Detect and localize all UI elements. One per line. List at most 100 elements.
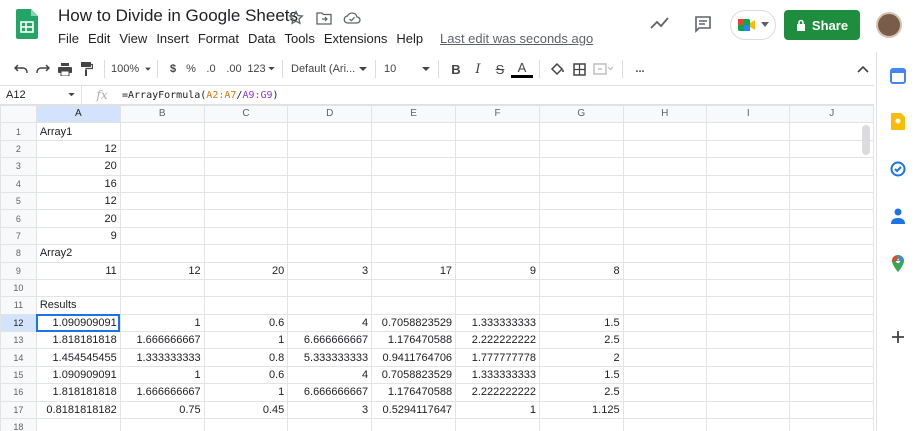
cell-i16[interactable] — [706, 383, 791, 402]
strikethrough-button[interactable]: S — [489, 58, 511, 80]
cell-b12[interactable]: 1 — [119, 313, 205, 333]
document-title[interactable]: How to Divide in Google Sheets — [58, 6, 298, 26]
cell-f13[interactable]: 2.222222222 — [455, 331, 540, 350]
cell-a7[interactable]: 9 — [35, 226, 121, 246]
row-header[interactable]: 13 — [0, 331, 37, 350]
cell-f15[interactable]: 1.333333333 — [455, 365, 540, 385]
cell-h6[interactable] — [622, 209, 708, 228]
cell-g12[interactable]: 1.5 — [538, 313, 624, 333]
cell-h9[interactable] — [622, 261, 708, 280]
column-header-j[interactable]: J — [789, 105, 874, 124]
cell-j2[interactable] — [789, 139, 874, 159]
cell-h13[interactable] — [622, 331, 708, 350]
cell-j7[interactable] — [789, 226, 874, 246]
cell-f8[interactable] — [455, 244, 540, 263]
cell-b17[interactable]: 0.75 — [119, 400, 205, 420]
cell-e18[interactable] — [371, 418, 457, 431]
cell-d17[interactable]: 3 — [287, 400, 373, 420]
cell-g9[interactable]: 8 — [538, 261, 624, 280]
cell-i17[interactable] — [706, 400, 791, 420]
cell-j6[interactable] — [789, 209, 874, 228]
cell-b9[interactable]: 12 — [119, 261, 205, 280]
cell-a10[interactable] — [35, 278, 121, 298]
cell-e6[interactable] — [371, 209, 457, 228]
avatar[interactable] — [876, 12, 902, 38]
cell-e8[interactable] — [371, 244, 457, 263]
cell-d16[interactable]: 6.666666667 — [287, 383, 373, 402]
cell-a11[interactable]: Results — [35, 296, 121, 315]
cell-f10[interactable] — [455, 278, 540, 298]
cell-d5[interactable] — [287, 191, 373, 211]
menu-data[interactable]: Data — [248, 31, 275, 46]
cell-e7[interactable] — [371, 226, 457, 246]
cell-d15[interactable]: 4 — [287, 365, 373, 385]
sheets-logo-icon[interactable] — [16, 9, 38, 39]
row-header[interactable]: 2 — [0, 139, 37, 159]
print-icon[interactable] — [54, 58, 76, 80]
column-header-g[interactable]: G — [538, 105, 624, 124]
bold-button[interactable]: B — [445, 58, 467, 80]
cell-b3[interactable] — [119, 157, 205, 176]
cell-g18[interactable] — [538, 418, 624, 431]
cell-f9[interactable]: 9 — [455, 261, 540, 280]
cell-f14[interactable]: 1.777777778 — [455, 348, 540, 367]
cell-i11[interactable] — [706, 296, 791, 315]
cell-c14[interactable]: 0.8 — [203, 348, 289, 367]
cell-f7[interactable] — [455, 226, 540, 246]
cell-c6[interactable] — [203, 209, 289, 228]
row-header[interactable]: 12 — [0, 313, 37, 333]
star-icon[interactable] — [286, 8, 306, 28]
cell-b2[interactable] — [119, 139, 205, 159]
row-header[interactable]: 1 — [0, 122, 37, 141]
cell-a18[interactable] — [35, 418, 121, 431]
number-format-select[interactable]: 123 — [246, 58, 276, 80]
cell-h10[interactable] — [622, 278, 708, 298]
move-folder-icon[interactable] — [314, 8, 334, 28]
cell-i8[interactable] — [706, 244, 791, 263]
select-all-corner[interactable] — [0, 105, 37, 124]
cell-h16[interactable] — [622, 383, 708, 402]
cell-f16[interactable]: 2.222222222 — [455, 383, 540, 402]
cell-j8[interactable] — [789, 244, 874, 263]
cell-d10[interactable] — [287, 278, 373, 298]
cell-d18[interactable] — [287, 418, 373, 431]
row-header[interactable]: 14 — [0, 348, 37, 367]
cell-f3[interactable] — [455, 157, 540, 176]
column-header-h[interactable]: H — [622, 105, 708, 124]
row-header[interactable]: 3 — [0, 157, 37, 176]
row-header[interactable]: 8 — [0, 244, 37, 263]
cell-d4[interactable] — [287, 174, 373, 193]
cell-g16[interactable]: 2.5 — [538, 383, 624, 402]
cell-d8[interactable] — [287, 244, 373, 263]
cell-h11[interactable] — [622, 296, 708, 315]
cell-d3[interactable] — [287, 157, 373, 176]
cell-i13[interactable] — [706, 331, 791, 350]
cell-h1[interactable] — [622, 122, 708, 141]
cell-b18[interactable] — [119, 418, 205, 431]
cell-j9[interactable] — [789, 261, 874, 280]
cell-i7[interactable] — [706, 226, 791, 246]
cell-e2[interactable] — [371, 139, 457, 159]
cell-j10[interactable] — [789, 278, 874, 298]
cell-h2[interactable] — [622, 139, 708, 159]
cell-c13[interactable]: 1 — [203, 331, 289, 350]
cell-d6[interactable] — [287, 209, 373, 228]
column-header-b[interactable]: B — [119, 105, 205, 124]
chevron-up-icon[interactable] — [852, 58, 874, 80]
cell-i5[interactable] — [706, 191, 791, 211]
cell-g13[interactable]: 2.5 — [538, 331, 624, 350]
redo-icon[interactable] — [32, 58, 54, 80]
cell-j15[interactable] — [789, 365, 874, 385]
cell-f18[interactable] — [455, 418, 540, 431]
row-header[interactable]: 5 — [0, 191, 37, 211]
cell-e1[interactable] — [371, 122, 457, 141]
cell-j3[interactable] — [789, 157, 874, 176]
row-header[interactable]: 18 — [0, 418, 37, 431]
vertical-scrollbar[interactable] — [862, 125, 870, 155]
undo-icon[interactable] — [10, 58, 32, 80]
paint-format-icon[interactable] — [76, 58, 98, 80]
cell-a3[interactable]: 20 — [35, 157, 121, 176]
cell-h7[interactable] — [622, 226, 708, 246]
cell-i12[interactable] — [706, 313, 791, 333]
share-button[interactable]: Share — [784, 10, 860, 40]
